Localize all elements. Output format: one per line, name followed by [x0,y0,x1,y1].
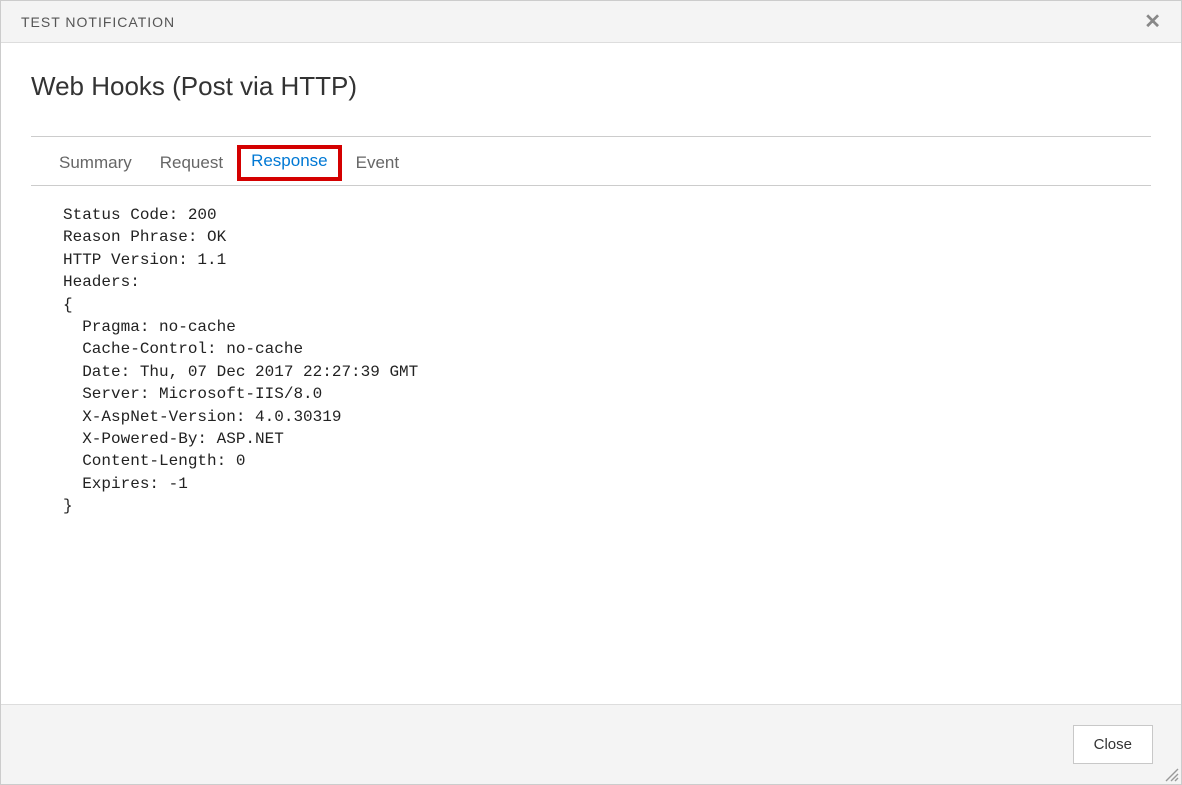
dialog-content: Web Hooks (Post via HTTP) Summary Reques… [1,43,1181,704]
test-notification-dialog: TEST NOTIFICATION ✕ Web Hooks (Post via … [0,0,1182,785]
close-button[interactable]: Close [1073,725,1153,764]
dialog-title-bar: TEST NOTIFICATION ✕ [1,1,1181,43]
response-body: Status Code: 200 Reason Phrase: OK HTTP … [31,186,1151,694]
tab-bar: Summary Request Response Event [31,137,1151,186]
resize-grip-icon[interactable] [1163,766,1179,782]
page-title: Web Hooks (Post via HTTP) [31,71,1151,102]
tab-response[interactable]: Response [251,149,328,172]
tab-summary[interactable]: Summary [59,151,132,175]
tab-response-highlight: Response [237,145,342,181]
dialog-footer: Close [1,704,1181,784]
tab-event[interactable]: Event [356,151,399,175]
dialog-title: TEST NOTIFICATION [21,14,175,30]
tab-request[interactable]: Request [160,151,223,175]
close-icon[interactable]: ✕ [1136,5,1169,38]
